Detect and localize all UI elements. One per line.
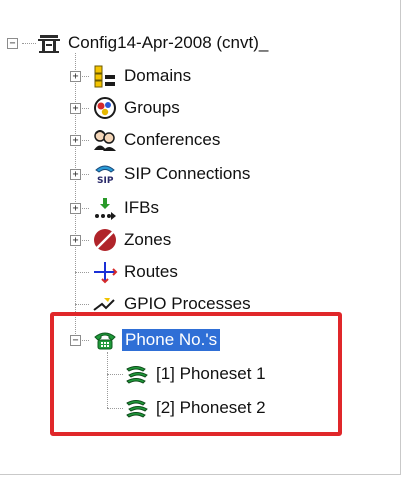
tree-item-ifbs[interactable]: IFBs xyxy=(92,194,159,222)
tree-view-panel: − Config14-Apr-2008 (cnvt)_ + Domains + xyxy=(0,0,401,475)
zones-icon xyxy=(94,229,116,251)
ifbs-expand-toggle[interactable]: + xyxy=(70,203,81,214)
sip-text: SIP xyxy=(97,176,114,186)
routes-icon xyxy=(94,262,118,284)
ifbs-icon xyxy=(95,198,116,220)
tree-item-groups[interactable]: Groups xyxy=(92,94,180,122)
tree-item-domains[interactable]: Domains xyxy=(92,62,191,90)
tree-item-label: Domains xyxy=(124,66,192,85)
sip-connections-icon: SIP xyxy=(95,165,115,186)
tree-root-node[interactable]: Config14-Apr-2008 (cnvt)_ xyxy=(36,29,268,57)
tree-item-label: SIP Connections xyxy=(124,164,251,183)
tree-item-label: IFBs xyxy=(124,198,159,217)
zones-expand-toggle[interactable]: + xyxy=(70,235,81,246)
tree-item-routes[interactable]: Routes xyxy=(92,258,178,286)
tree-connector xyxy=(75,272,89,273)
root-collapse-toggle[interactable]: − xyxy=(7,38,18,49)
tree-item-zones[interactable]: Zones xyxy=(92,226,171,254)
tree-item-sip-connections[interactable]: SIP SIP Connections xyxy=(92,160,250,188)
config-root-icon xyxy=(38,35,60,53)
conferences-icon xyxy=(94,130,116,151)
domains-icon xyxy=(94,65,115,88)
tree-item-label: GPIO Processes xyxy=(124,294,251,313)
tree-item-label: Zones xyxy=(124,230,172,249)
sip-connections-expand-toggle[interactable]: + xyxy=(70,169,81,180)
groups-expand-toggle[interactable]: + xyxy=(70,103,81,114)
tree-root-label: Config14-Apr-2008 (cnvt)_ xyxy=(68,33,269,52)
domains-expand-toggle[interactable]: + xyxy=(70,71,81,82)
conferences-expand-toggle[interactable]: + xyxy=(70,135,81,146)
tree-connector xyxy=(22,43,36,44)
groups-icon xyxy=(94,97,116,119)
tree-item-label: Conferences xyxy=(124,130,221,149)
tree-item-label: Groups xyxy=(124,98,180,117)
tree-item-conferences[interactable]: Conferences xyxy=(92,126,220,154)
tree-connector xyxy=(75,53,76,340)
tree-connector xyxy=(75,304,89,305)
highlight-annotation-box xyxy=(50,312,342,436)
tree-item-label: Routes xyxy=(124,262,178,281)
